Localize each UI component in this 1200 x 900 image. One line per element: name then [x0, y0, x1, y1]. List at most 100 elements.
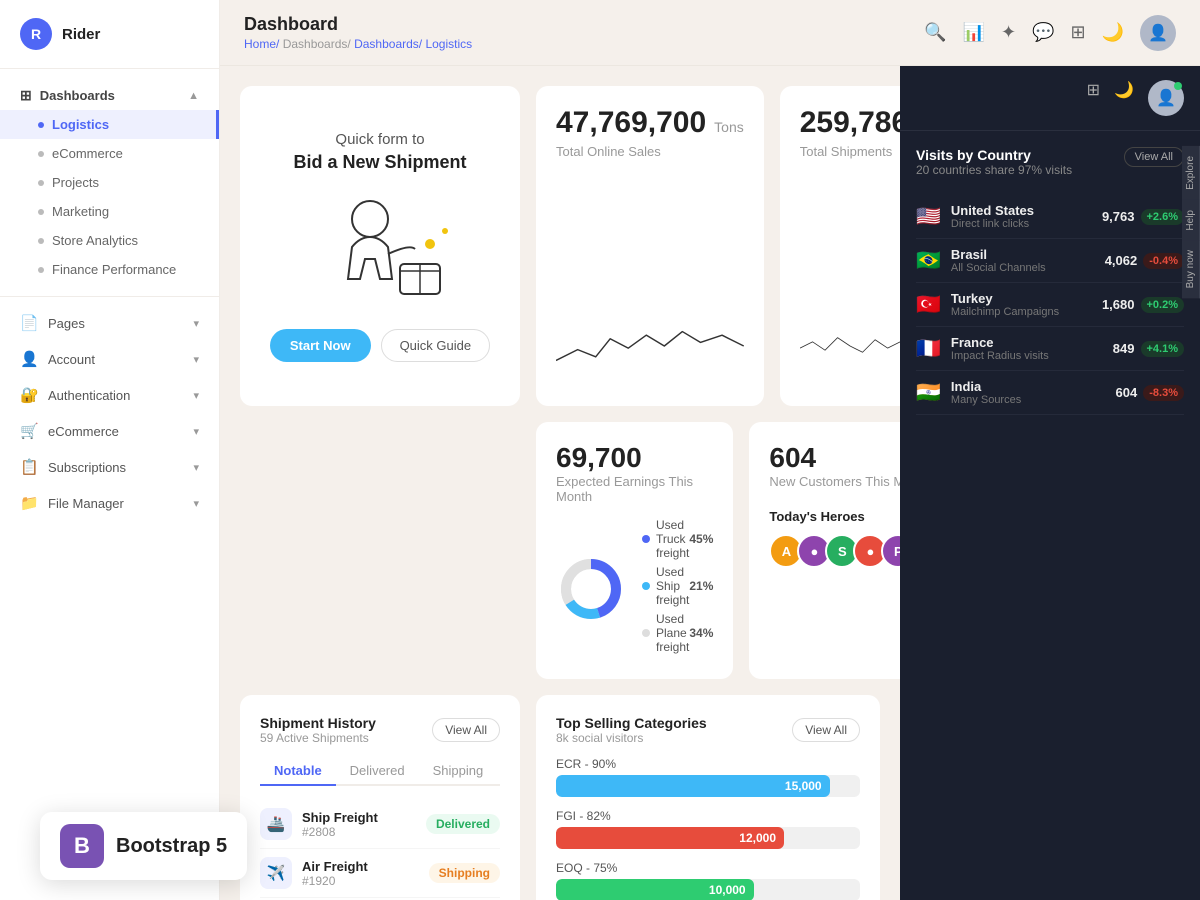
nav-item-authentication[interactable]: 🔐 Authentication ▾ [0, 377, 219, 413]
dot [38, 209, 44, 215]
sidebar-item-label: Finance Performance [52, 262, 176, 277]
shipment-subtitle: 59 Active Shipments [260, 731, 376, 745]
search-icon[interactable]: 🔍 [924, 22, 946, 43]
settings-icon[interactable]: ✦ [1001, 22, 1016, 43]
category-bar: 15,000 [556, 775, 830, 797]
right-vertical-tabs: Explore Help Buy now [1182, 146, 1200, 299]
country-stats: 604 -8.3% [1116, 385, 1184, 401]
breadcrumb-dash: Dashboards/ [283, 37, 351, 51]
tab-shipping[interactable]: Shipping [419, 757, 498, 786]
chevron-icon: ▾ [193, 353, 199, 366]
legend-dot [642, 629, 650, 637]
message-icon[interactable]: 💬 [1032, 22, 1054, 43]
nav-item-file-manager[interactable]: 📁 File Manager ▾ [0, 485, 219, 521]
total-shipments-card: 259,786 Total Shipments [780, 86, 900, 406]
dashboards-label: Dashboards [40, 88, 115, 103]
nav-label: Account [48, 352, 95, 367]
nav-label: File Manager [48, 496, 124, 511]
dot [38, 267, 44, 273]
help-tab[interactable]: Help [1182, 200, 1200, 241]
start-now-button[interactable]: Start Now [270, 329, 371, 362]
country-item-br: 🇧🇷 Brasil All Social Channels 4,062 -0.4… [916, 239, 1184, 283]
category-bar-bg: 10,000 [556, 879, 860, 900]
active-dot [38, 122, 44, 128]
sidebar-logo[interactable]: R Rider [0, 0, 219, 69]
fr-flag: 🇫🇷 [916, 336, 941, 361]
country-sub: Direct link clicks [951, 218, 1034, 230]
category-label: EOQ - 75% [556, 861, 860, 875]
explore-tab[interactable]: Explore [1182, 146, 1200, 200]
breadcrumb-current: Logistics [425, 37, 472, 51]
shipment-tabs: Notable Delivered Shipping [260, 757, 500, 786]
quick-guide-button[interactable]: Quick Guide [381, 329, 491, 362]
legend-val: 21% [689, 579, 713, 593]
bootstrap-icon: B [60, 824, 104, 868]
in-flag: 🇮🇳 [916, 380, 941, 405]
account-icon: 👤 [20, 350, 38, 368]
country-change: +0.2% [1141, 297, 1185, 313]
country-item-tr: 🇹🇷 Turkey Mailchimp Campaigns 1,680 +0.2… [916, 283, 1184, 327]
buy-now-tab[interactable]: Buy now [1182, 240, 1200, 298]
sidebar-item-marketing[interactable]: Marketing [0, 197, 219, 226]
category-val: 12,000 [739, 831, 776, 845]
analytics-icon[interactable]: 📊 [963, 22, 985, 43]
dot [38, 180, 44, 186]
shipment-num: #1920 [302, 874, 368, 888]
stat-number: 259,786 [800, 106, 900, 139]
main-area: Dashboard Home/ Dashboards/ Dashboards/ … [220, 0, 1200, 900]
categories-card: Top Selling Categories 8k social visitor… [536, 695, 880, 900]
file-manager-icon: 📁 [20, 494, 38, 512]
nav-item-subscriptions[interactable]: 📋 Subscriptions ▾ [0, 449, 219, 485]
category-val: 10,000 [709, 883, 746, 897]
grid-icon[interactable]: ⊞ [1070, 22, 1085, 43]
nav-item-ecommerce[interactable]: 🛒 eCommerce ▾ [0, 413, 219, 449]
shipment-status: Shipping [429, 863, 500, 883]
sidebar-item-label: Projects [52, 175, 99, 190]
visits-view-all-button[interactable]: View All [1124, 147, 1184, 167]
moon-icon[interactable]: 🌙 [1102, 22, 1124, 43]
bid-subtitle: Bid a New Shipment [293, 152, 466, 173]
tr-flag: 🇹🇷 [916, 292, 941, 317]
visits-header: Visits by Country 20 countries share 97%… [916, 147, 1184, 191]
legend-val: 45% [689, 532, 713, 546]
legend-dot [642, 535, 650, 543]
country-name: India [951, 379, 1021, 394]
sidebar-item-logistics[interactable]: Logistics [0, 110, 219, 139]
shipment-view-all-button[interactable]: View All [432, 718, 500, 742]
dashboards-header[interactable]: ⊞ Dashboards ▲ [0, 81, 219, 110]
heroes-avatars: A ● S ● P ● +2 [769, 534, 900, 568]
country-sub: Mailchimp Campaigns [951, 306, 1059, 318]
grid-view-icon[interactable]: ⊞ [1087, 80, 1100, 116]
country-visits: 604 [1116, 385, 1138, 400]
tab-notable[interactable]: Notable [260, 757, 336, 786]
stat-label: Total Online Sales [556, 144, 744, 159]
nav-item-account[interactable]: 👤 Account ▾ [0, 341, 219, 377]
logo-icon: R [20, 18, 52, 50]
mid-row: 69,700 Expected Earnings This Month [240, 422, 880, 679]
category-bar: 12,000 [556, 827, 784, 849]
chevron-icon: ▾ [193, 497, 199, 510]
br-flag: 🇧🇷 [916, 248, 941, 273]
pages-icon: 📄 [20, 314, 38, 332]
sidebar-item-ecommerce[interactable]: eCommerce [0, 139, 219, 168]
country-visits: 4,062 [1105, 253, 1138, 268]
moon-dark-icon[interactable]: 🌙 [1114, 80, 1134, 116]
country-item-us: 🇺🇸 United States Direct link clicks 9,76… [916, 195, 1184, 239]
categories-view-all-button[interactable]: View All [792, 718, 860, 742]
sidebar-item-store-analytics[interactable]: Store Analytics [0, 226, 219, 255]
nav-item-pages[interactable]: 📄 Pages ▾ [0, 305, 219, 341]
dot [38, 151, 44, 157]
heroes-section: Today's Heroes A ● S ● P ● +2 [769, 509, 900, 568]
sidebar-item-finance-performance[interactable]: Finance Performance [0, 255, 219, 284]
country-change: -0.4% [1143, 253, 1184, 269]
avatar[interactable]: 👤 [1140, 15, 1176, 51]
ecommerce-icon: 🛒 [20, 422, 38, 440]
heroes-label: Today's Heroes [769, 509, 900, 524]
chevron-up-icon: ▲ [188, 90, 199, 102]
tab-delivered[interactable]: Delivered [336, 757, 419, 786]
shipments-chart [800, 311, 900, 386]
sidebar-item-projects[interactable]: Projects [0, 168, 219, 197]
header: Dashboard Home/ Dashboards/ Dashboards/ … [220, 0, 1200, 66]
chevron-icon: ▾ [193, 389, 199, 402]
country-change: +2.6% [1141, 209, 1185, 225]
